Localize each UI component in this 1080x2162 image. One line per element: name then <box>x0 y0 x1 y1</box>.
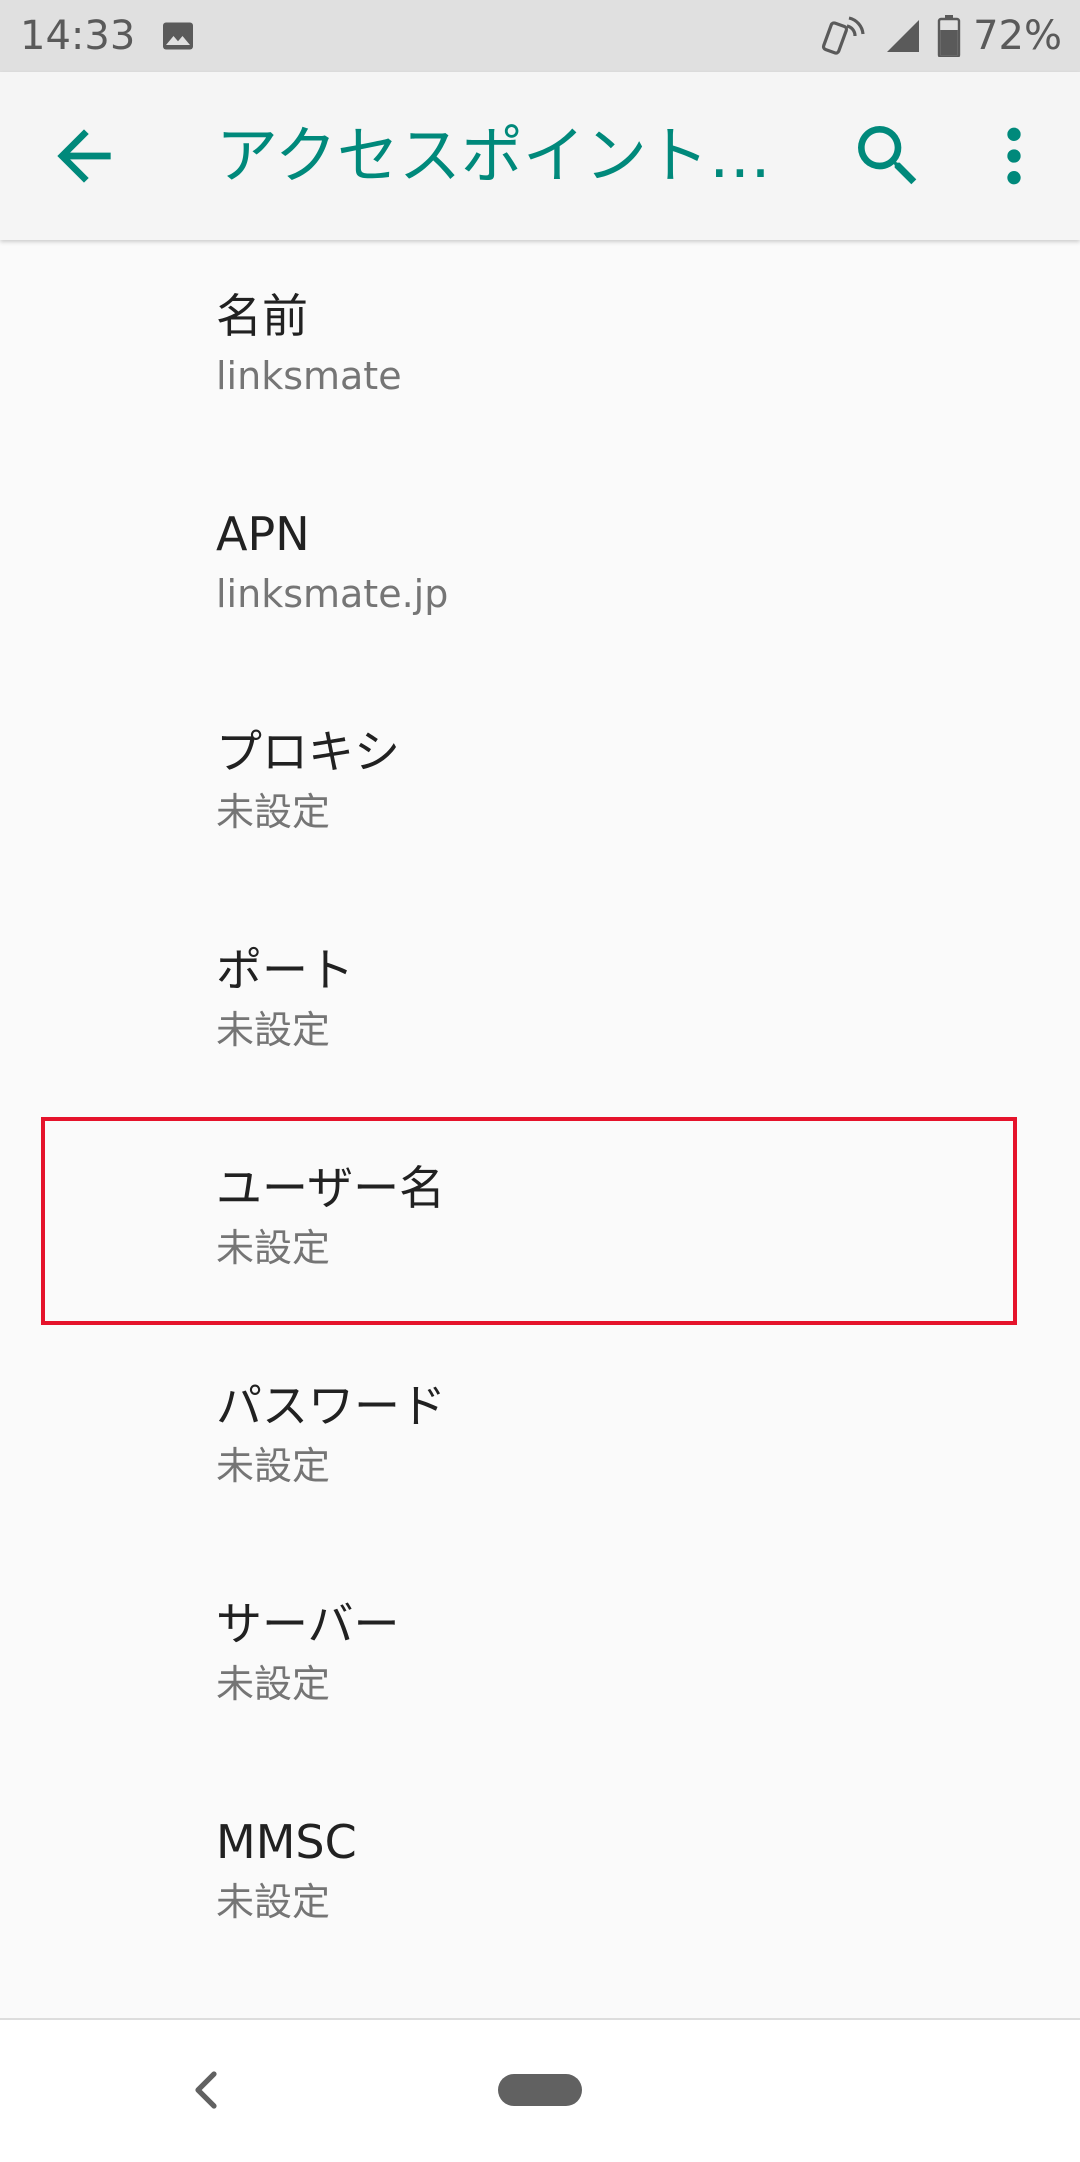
back-arrow-icon <box>57 129 111 183</box>
settings-item-name[interactable]: 名前 linksmate <box>0 242 1080 460</box>
nav-back-icon <box>195 2071 217 2109</box>
status-bar: 14:33 72% <box>0 0 1080 72</box>
highlight-box <box>41 1117 1017 1325</box>
settings-item-password[interactable]: パスワード 未設定 <box>0 1332 1080 1550</box>
settings-item-value: 未設定 <box>216 790 331 834</box>
search-button[interactable] <box>848 116 928 196</box>
settings-item-label: MMSC <box>216 1815 357 1869</box>
battery-icon <box>937 15 961 57</box>
image-icon <box>163 22 193 50</box>
settings-item-proxy[interactable]: プロキシ 未設定 <box>0 678 1080 896</box>
settings-item-apn[interactable]: APN linksmate.jp <box>0 460 1080 678</box>
settings-item-value: 未設定 <box>216 1662 331 1706</box>
settings-item-port[interactable]: ポート 未設定 <box>0 896 1080 1114</box>
nfc-phone-icon <box>822 16 865 55</box>
settings-item-label: 名前 <box>216 289 308 343</box>
back-button[interactable] <box>44 116 124 196</box>
status-right-group: 72% <box>821 12 1062 60</box>
battery-percent: 72% <box>973 13 1062 59</box>
settings-item-label: サーバー <box>216 1597 400 1651</box>
status-time: 14:33 <box>20 13 136 59</box>
home-pill-icon[interactable] <box>498 2074 582 2106</box>
settings-item-value: 未設定 <box>216 1444 331 1488</box>
navigation-bar <box>0 2018 1080 2162</box>
settings-item-value: 未設定 <box>216 1880 331 1924</box>
apn-settings-list: 名前 linksmate APN linksmate.jp プロキシ 未設定 ポ… <box>0 242 1080 1986</box>
more-vert-icon <box>1007 127 1021 185</box>
more-options-button[interactable] <box>974 116 1054 196</box>
settings-item-value: linksmate.jp <box>216 572 449 616</box>
search-icon <box>858 126 917 185</box>
settings-item-value: linksmate <box>216 354 402 398</box>
settings-item-label: APN <box>216 507 310 561</box>
nav-back-button[interactable] <box>186 2068 230 2112</box>
settings-item-label: プロキシ <box>216 725 400 779</box>
page-title: アクセスポイント… <box>216 119 771 192</box>
signal-icon <box>887 20 920 52</box>
settings-item-label: パスワード <box>216 1379 446 1433</box>
settings-item-value: 未設定 <box>216 1008 331 1052</box>
settings-item-mmsc[interactable]: MMSC 未設定 <box>0 1768 1080 1986</box>
settings-item-server[interactable]: サーバー 未設定 <box>0 1550 1080 1768</box>
app-bar: アクセスポイント… <box>0 72 1080 240</box>
settings-item-label: ポート <box>216 943 354 997</box>
